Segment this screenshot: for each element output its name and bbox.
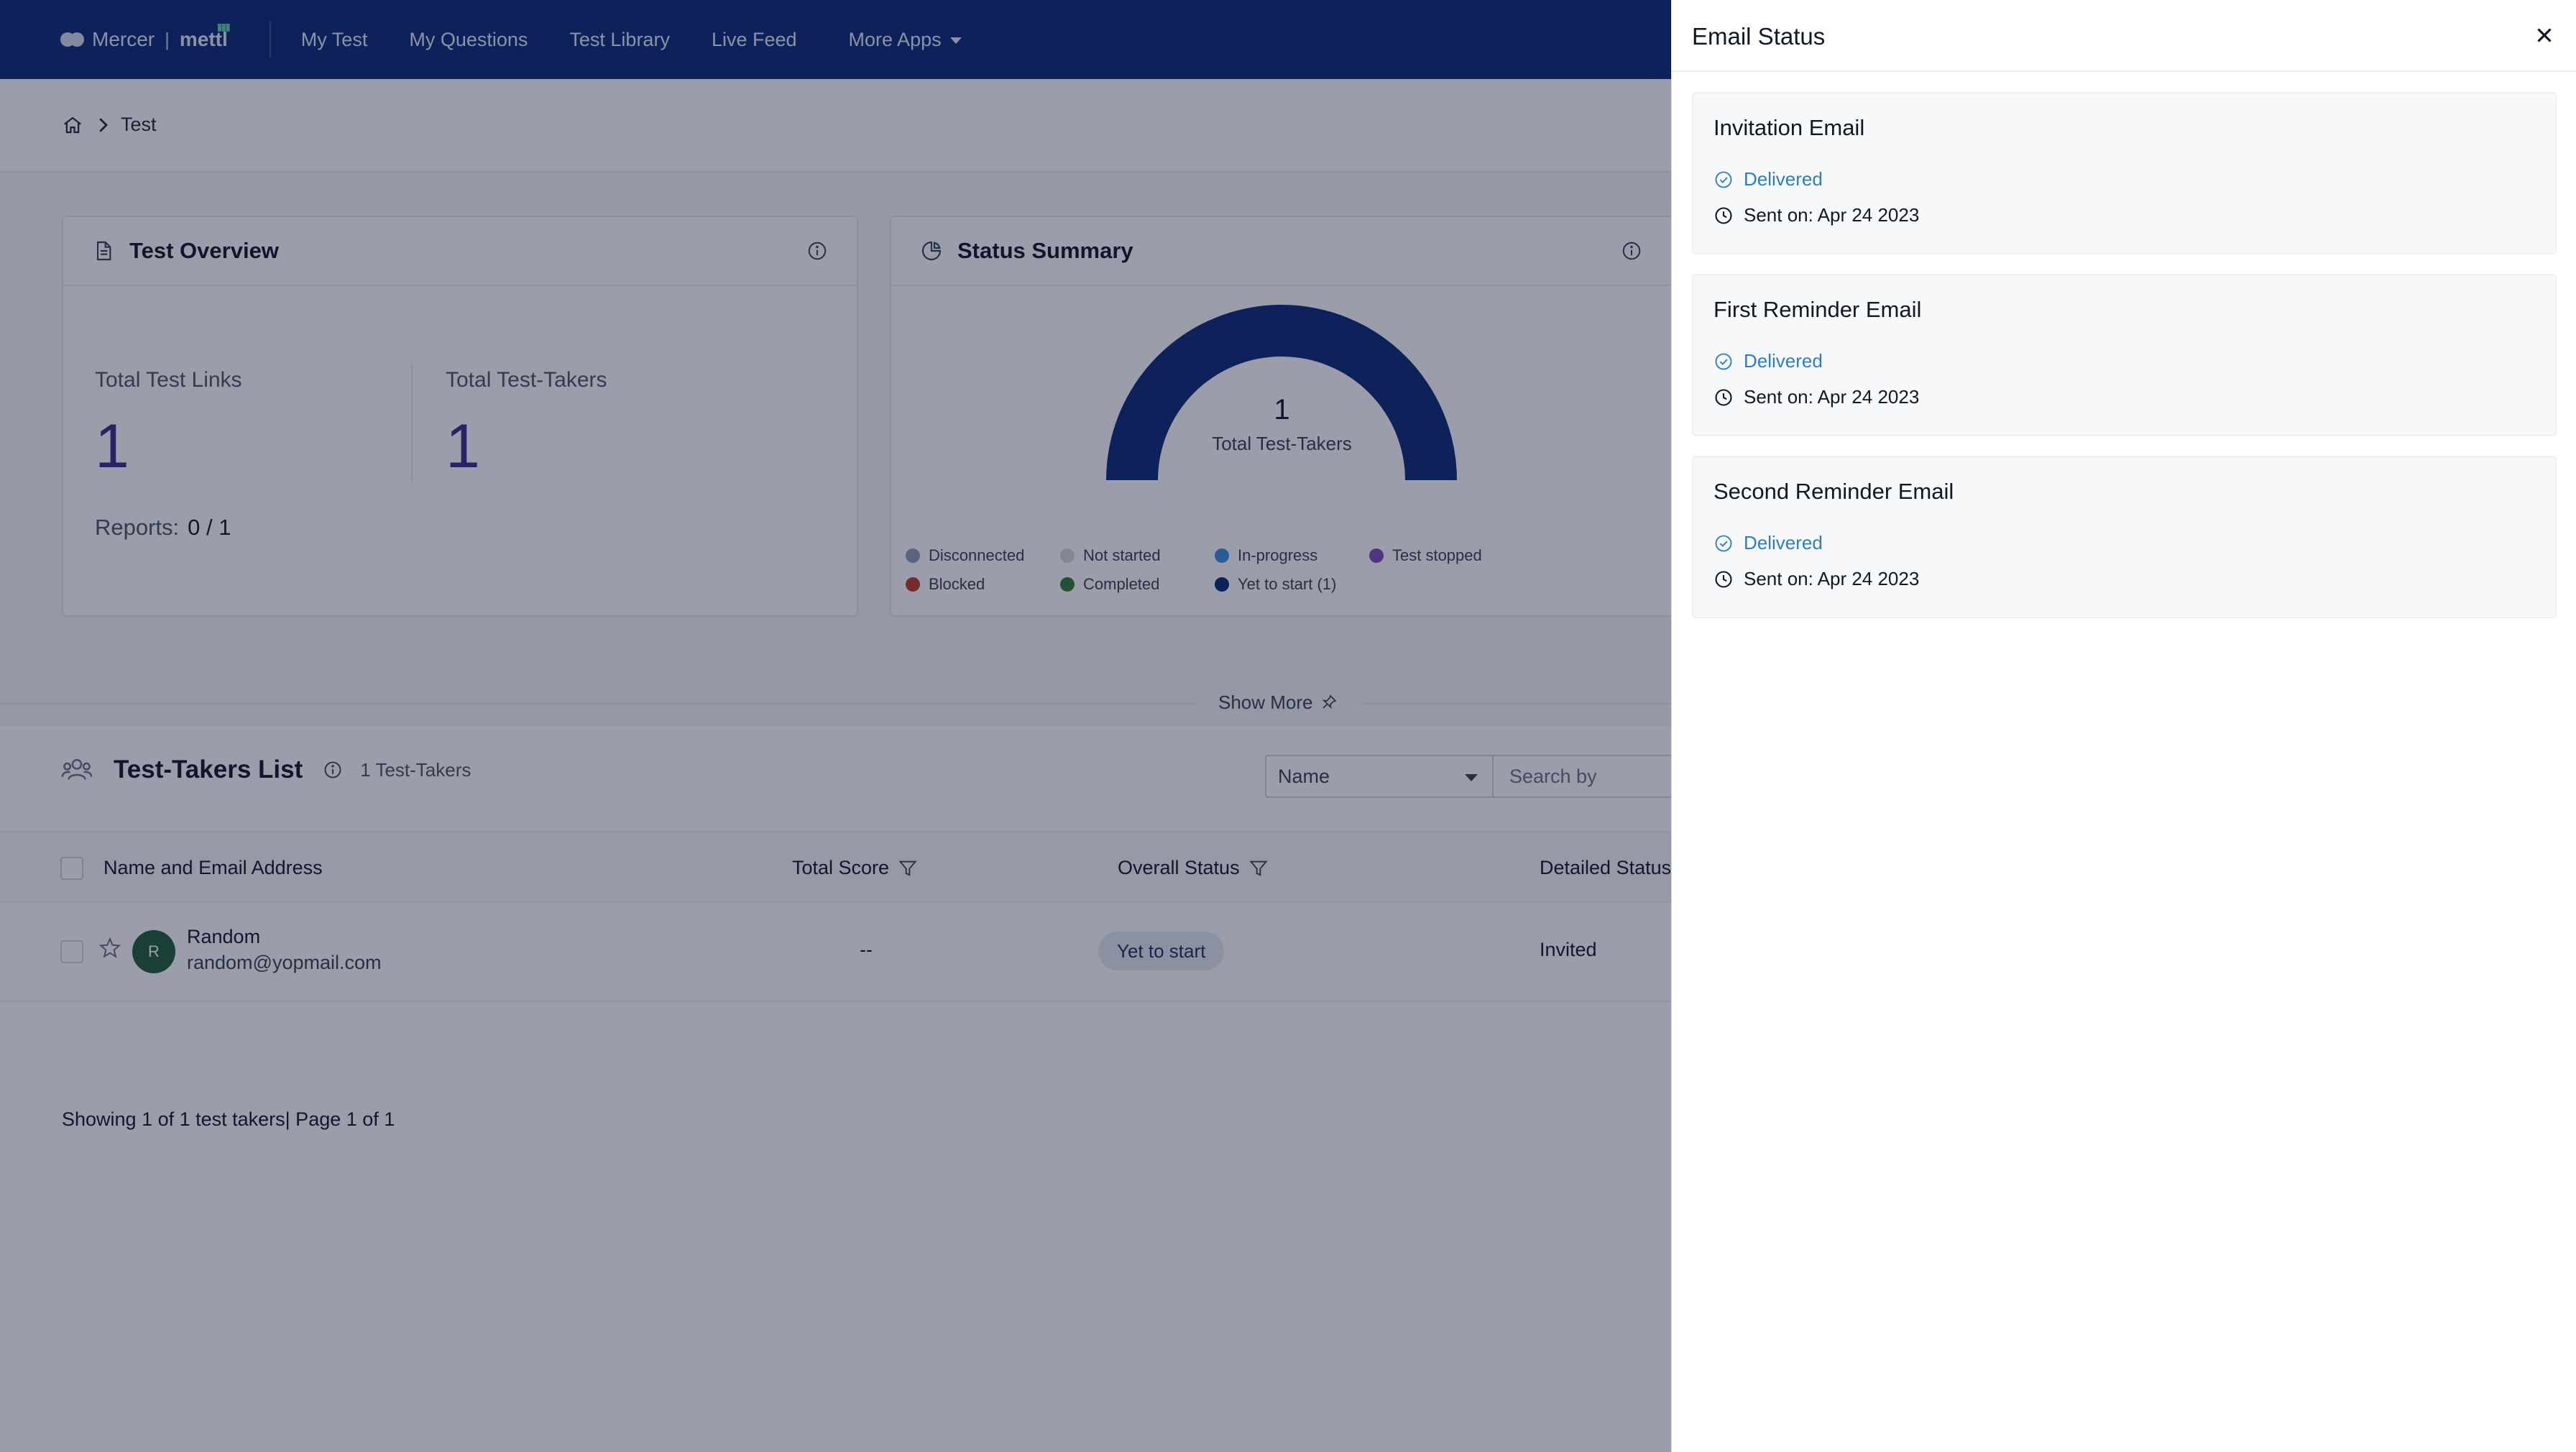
sent-date: Sent on: Apr 24 2023 [1714, 568, 1919, 590]
modal-backdrop[interactable] [0, 0, 1671, 1452]
email-name: Invitation Email [1714, 115, 1865, 140]
email-name: Second Reminder Email [1714, 479, 1954, 504]
delivery-status: Delivered [1714, 168, 1823, 190]
delivery-status-label: Delivered [1744, 350, 1823, 372]
delivery-status: Delivered [1714, 350, 1823, 372]
clock-icon [1715, 388, 1732, 406]
sent-date-label: Sent on: Apr 24 2023 [1744, 568, 1920, 589]
sent-date-label: Sent on: Apr 24 2023 [1744, 204, 1920, 226]
email-card-second-reminder: Second Reminder Email Delivered Sent on:… [1692, 456, 2557, 618]
check-circle-icon [1715, 353, 1732, 369]
check-circle-icon [1715, 171, 1732, 188]
close-icon[interactable] [2532, 23, 2557, 47]
sent-date: Sent on: Apr 24 2023 [1714, 204, 1919, 226]
clock-icon [1715, 570, 1732, 588]
email-card-first-reminder: First Reminder Email Delivered Sent on: … [1692, 274, 2557, 436]
delivery-status-label: Delivered [1744, 168, 1823, 190]
clock-icon [1715, 206, 1732, 224]
sent-date-label: Sent on: Apr 24 2023 [1744, 386, 1920, 408]
email-status-title: Email Status [1692, 23, 1826, 50]
email-card-invitation: Invitation Email Delivered Sent on: Apr … [1692, 92, 2557, 254]
delivery-status: Delivered [1714, 532, 1823, 554]
email-status-panel: Email Status Invitation Email Delivered … [1671, 0, 2576, 1452]
delivery-status-label: Delivered [1744, 532, 1823, 553]
sent-date: Sent on: Apr 24 2023 [1714, 386, 1919, 408]
email-status-header: Email Status [1672, 0, 2576, 72]
email-name: First Reminder Email [1714, 297, 1922, 322]
check-circle-icon [1715, 535, 1732, 551]
